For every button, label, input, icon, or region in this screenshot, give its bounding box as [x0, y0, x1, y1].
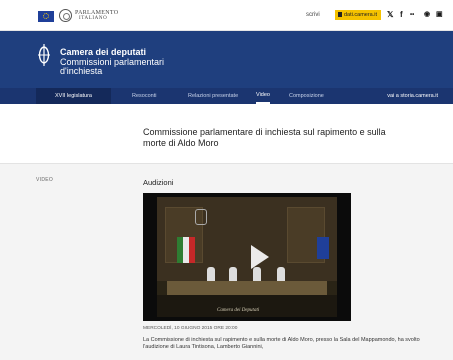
- italian-flag: [189, 237, 195, 263]
- scrivi-link[interactable]: scrivi: [306, 12, 320, 18]
- nav-item-resoconti[interactable]: Resoconti: [132, 88, 156, 104]
- nav-item-composizione[interactable]: Composizione: [289, 88, 324, 104]
- site-title[interactable]: Camera dei deputati: [60, 48, 146, 57]
- desk: [167, 281, 327, 295]
- emblem-icon: [195, 209, 207, 225]
- parliament-logo-text[interactable]: PARLAMENTO ITALIANO: [75, 10, 118, 22]
- dati-camera-button[interactable]: dati.camera.it: [335, 10, 381, 20]
- person: [253, 267, 261, 281]
- eu-flag-icon: [38, 11, 54, 22]
- site-subtitle-line2: d'inchiesta: [60, 66, 103, 76]
- camera-logo-icon[interactable]: [36, 43, 52, 67]
- facebook-icon[interactable]: f: [400, 10, 403, 20]
- person: [207, 267, 215, 281]
- instagram-icon[interactable]: ◉: [424, 10, 430, 20]
- flickr-icon[interactable]: ••: [410, 10, 414, 20]
- video-caption-overlay: Camera dei Deputati: [217, 308, 260, 313]
- parliament-seal-icon: [59, 9, 72, 22]
- nav-item-relazioni[interactable]: Relazioni presentate: [188, 88, 238, 104]
- database-icon: [338, 12, 342, 17]
- video-date: MERCOLEDÌ, 10 GIUGNO 2015 ORE 20:00: [143, 326, 238, 331]
- person: [229, 267, 237, 281]
- section-label: VIDEO: [36, 177, 54, 183]
- video-frame: Camera dei Deputati: [157, 197, 337, 317]
- parliament-name-line2: ITALIANO: [79, 16, 108, 21]
- youtube-icon[interactable]: ▣: [436, 10, 443, 20]
- section-title: Audizioni: [143, 178, 174, 187]
- nav-item-video[interactable]: Video: [256, 88, 270, 104]
- site-header: Camera dei deputati Commissioni parlamen…: [0, 31, 453, 88]
- video-player[interactable]: Camera dei Deputati: [143, 193, 351, 321]
- storia-camera-link[interactable]: vai a storia.camera.it: [387, 88, 438, 104]
- play-icon[interactable]: [251, 245, 269, 269]
- dati-camera-label: dati.camera.it: [344, 12, 378, 18]
- commission-title: Commissione parlamentare di inchiesta su…: [143, 127, 386, 148]
- main-nav: XVII legislatura Resoconti Relazioni pre…: [0, 88, 453, 104]
- floor: [157, 295, 337, 317]
- top-utility-bar: PARLAMENTO ITALIANO scrivi dati.camera.i…: [0, 0, 453, 31]
- person: [277, 267, 285, 281]
- legislature-selector[interactable]: XVII legislatura: [36, 88, 111, 104]
- video-description: La Commissione di inchiesta sul rapiment…: [143, 337, 420, 350]
- eu-flag: [317, 237, 329, 259]
- twitter-icon[interactable]: 𝕏: [387, 10, 393, 20]
